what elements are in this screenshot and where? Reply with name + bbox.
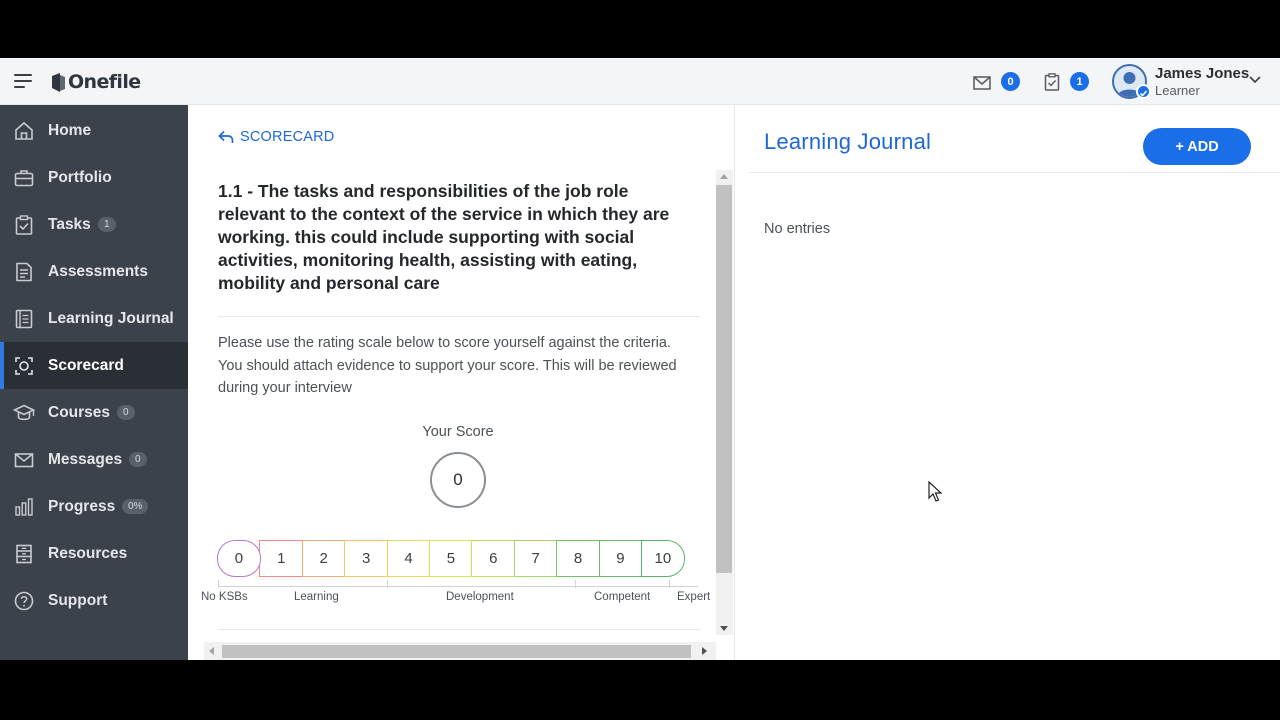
sidebar-item-label: Messages [48, 450, 123, 468]
scale-option-8[interactable]: 8 [556, 540, 601, 577]
horizontal-scrollbar-thumb[interactable] [222, 645, 691, 658]
user-role: Learner [1155, 83, 1200, 98]
support-icon [14, 591, 34, 610]
scale-axis [218, 586, 698, 587]
tasks-count-badge[interactable]: 1 [1070, 72, 1089, 91]
sidebar-item-resources[interactable]: Resources [0, 530, 188, 577]
sidebar-item-label: Resources [48, 544, 128, 562]
back-to-scorecard-link[interactable]: SCORECARD [218, 129, 334, 145]
scale-option-6[interactable]: 6 [471, 540, 516, 577]
tasks-badge: 1 [98, 217, 116, 232]
menu-toggle-icon[interactable] [14, 74, 32, 88]
sidebar-item-tasks[interactable]: Tasks 1 [0, 201, 188, 248]
scale-label-expert: Expert [677, 591, 711, 603]
sidebar-item-portfolio[interactable]: Portfolio [0, 154, 188, 201]
scale-option-2[interactable]: 2 [301, 540, 346, 577]
scale-tick [387, 580, 388, 588]
scale-tick [218, 580, 219, 588]
progress-icon [15, 497, 33, 516]
logo-text: Onefile [68, 71, 141, 93]
scale-tick [669, 580, 670, 588]
learning-journal-icon [15, 309, 33, 328]
criterion-title: 1.1 - The tasks and responsibilities of … [218, 181, 670, 293]
onefile-logo[interactable]: Onefile [51, 69, 141, 95]
back-link-label: SCORECARD [240, 129, 335, 145]
divider [218, 629, 700, 630]
home-icon [15, 121, 33, 140]
add-entry-button[interactable]: + ADD [1143, 128, 1251, 165]
learning-journal-panel: Learning Journal + ADD No entries [734, 105, 1280, 660]
scorecard-icon [15, 356, 33, 375]
sidebar-item-label: Home [48, 121, 92, 139]
sidebar-item-label: Tasks [48, 215, 91, 233]
sidebar-item-label: Progress [48, 497, 116, 515]
portfolio-icon [14, 169, 34, 186]
score-value: 0 [430, 452, 486, 508]
app-window: Onefile 0 1 James Jones Learner Home Por… [0, 58, 1280, 660]
vertical-scrollbar-thumb[interactable] [716, 185, 732, 573]
clipboard-icon[interactable] [1043, 73, 1061, 91]
tasks-icon [15, 214, 33, 235]
courses-icon [13, 404, 35, 420]
scroll-up-arrow-icon[interactable] [719, 173, 729, 180]
sidebar-item-assessments[interactable]: Assessments [0, 248, 188, 295]
scale-label-no-ksbs: No KSBs [201, 591, 248, 603]
sidebar-item-support[interactable]: Support [0, 577, 188, 624]
scale-label-development: Development [446, 591, 514, 603]
criterion-panel: SCORECARD 1.1 - The tasks and responsibi… [188, 105, 734, 660]
envelope-icon[interactable] [973, 74, 991, 92]
your-score-label: Your Score [422, 424, 494, 440]
progress-badge: 0% [122, 499, 149, 514]
scale-label-learning: Learning [294, 591, 339, 603]
logo-mark-icon [52, 72, 65, 92]
sidebar-item-messages[interactable]: Messages 0 [0, 436, 188, 483]
scale-option-1[interactable]: 1 [259, 540, 304, 577]
sidebar-item-scorecard[interactable]: Scorecard [0, 342, 188, 389]
resources-icon [16, 544, 32, 563]
scale-option-3[interactable]: 3 [344, 540, 389, 577]
user-name[interactable]: James Jones [1155, 65, 1249, 82]
top-bar: Onefile 0 1 James Jones Learner [0, 58, 1280, 105]
messages-badge: 0 [129, 452, 147, 467]
scroll-left-arrow-icon[interactable] [208, 646, 215, 656]
scale-label-competent: Competent [594, 591, 651, 603]
messages-count-badge[interactable]: 0 [1001, 72, 1020, 91]
scale-option-9[interactable]: 9 [598, 540, 643, 577]
chevron-down-icon[interactable] [1249, 76, 1261, 84]
sidebar-item-home[interactable]: Home [0, 107, 188, 154]
scale-option-0[interactable]: 0 [217, 540, 261, 577]
assessments-icon [16, 262, 32, 281]
messages-icon [14, 452, 34, 467]
panel-title: Learning Journal [764, 129, 932, 154]
instructions-text: Please use the rating scale below to sco… [218, 335, 677, 396]
divider [218, 316, 700, 317]
back-arrow-icon [218, 130, 234, 143]
scale-option-4[interactable]: 4 [386, 540, 431, 577]
sidebar-item-courses[interactable]: Courses 0 [0, 389, 188, 436]
sidebar-item-progress[interactable]: Progress 0% [0, 483, 188, 530]
mouse-cursor-icon [928, 481, 942, 502]
scroll-down-arrow-icon[interactable] [719, 625, 729, 632]
scale-option-5[interactable]: 5 [428, 540, 473, 577]
sidebar-item-label: Portfolio [48, 168, 112, 186]
sidebar-item-learning-journal[interactable]: Learning Journal [0, 295, 188, 342]
sidebar-item-label: Scorecard [48, 356, 124, 374]
courses-badge: 0 [117, 405, 135, 420]
sidebar-item-label: Learning Journal [48, 309, 174, 327]
scale-tick [575, 580, 576, 588]
scale-option-10[interactable]: 10 [640, 540, 685, 577]
sidebar-item-label: Assessments [48, 262, 148, 280]
verified-check-icon [1136, 84, 1151, 99]
scale-option-7[interactable]: 7 [513, 540, 558, 577]
rating-scale: 0 1 2 3 4 5 6 7 8 9 10 [217, 540, 700, 577]
sidebar-item-label: Support [48, 591, 108, 609]
scroll-right-arrow-icon[interactable] [701, 646, 708, 656]
empty-state-text: No entries [764, 221, 831, 237]
divider [749, 172, 1280, 173]
sidebar-item-label: Courses [48, 403, 111, 421]
sidebar: Home Portfolio Tasks 1 Assessments Learn… [0, 105, 188, 660]
